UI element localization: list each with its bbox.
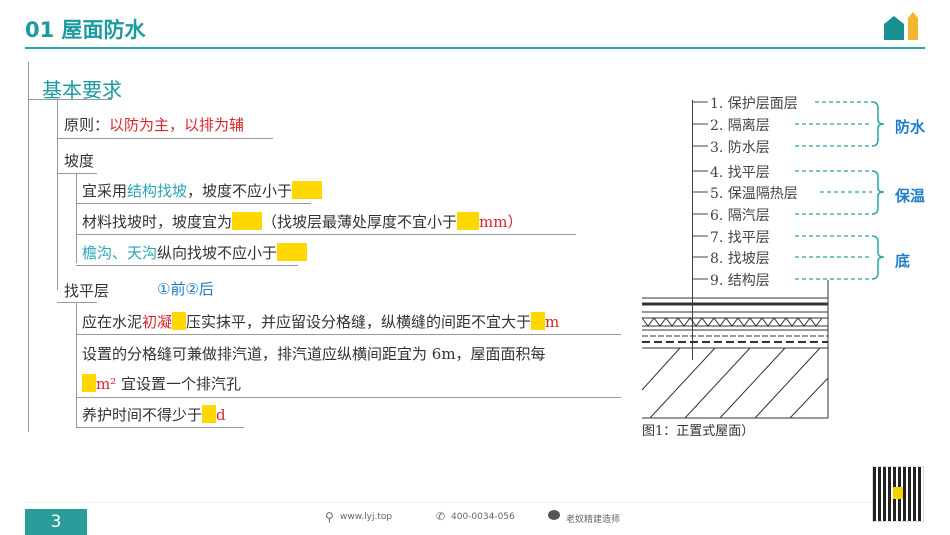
divider: [76, 397, 621, 398]
logo-icon: [884, 12, 924, 40]
leveling-line-4: 养护时间不得少于 d: [82, 405, 226, 424]
leveling-line-2: 设置的分格缝可兼做排汽道，排汽道应纵横间距宜为 6m，屋面面积每: [82, 345, 546, 363]
group-label: 底: [895, 252, 911, 270]
divider: [76, 265, 298, 266]
principle-label: 原则：: [64, 116, 110, 134]
answer-blank[interactable]: [202, 405, 217, 423]
answer-blank[interactable]: [531, 312, 546, 330]
phone-icon: ✆: [436, 510, 446, 523]
wechat-icon: [548, 510, 560, 520]
qr-code: [872, 466, 924, 522]
slope-line-2: 材料找坡时，坡度宜为 （找坡层最薄处厚度不宜小于 mm）: [82, 212, 523, 231]
divider: [57, 138, 273, 139]
divider: [28, 99, 112, 100]
search-icon: ⚲: [325, 510, 334, 524]
footer-divider: [25, 502, 925, 503]
leveling-line-1: 应在水泥初凝 压实抹平，并应留设分格缝，纵横缝的间距不宜大于 m: [82, 312, 560, 331]
divider: [76, 302, 77, 428]
leveling-note: ①前②后: [157, 280, 214, 298]
leveling-heading: 找平层: [64, 282, 110, 300]
website-link[interactable]: www.lyj.top: [340, 512, 392, 522]
divider: [76, 203, 311, 204]
answer-blank[interactable]: [457, 212, 480, 230]
answer-blank[interactable]: [292, 181, 323, 199]
divider: [76, 427, 244, 428]
slope-line-3: 檐沟、天沟纵向找坡不应小于: [82, 242, 308, 263]
page-number: 3: [25, 509, 87, 535]
divider: [76, 234, 576, 235]
divider: [28, 62, 29, 432]
principle-value: 以防为主，以排为辅: [109, 116, 245, 134]
page-title: 01 屋面防水: [25, 18, 146, 42]
slope-heading: 坡度: [64, 152, 95, 170]
divider: [57, 302, 97, 303]
title-divider: [25, 47, 925, 49]
group-label: 保温: [895, 187, 926, 205]
divider: [57, 173, 97, 174]
principle: 原则：以防为主，以排为辅: [64, 114, 244, 135]
slope-line-1: 宜采用结构找坡，坡度不应小于: [82, 180, 323, 201]
divider: [76, 173, 77, 263]
diagram-caption: 图1：正置式屋面）: [642, 424, 755, 439]
answer-blank[interactable]: [277, 243, 308, 261]
answer-blank[interactable]: [172, 312, 187, 330]
divider: [76, 334, 621, 335]
answer-blank[interactable]: [232, 212, 263, 230]
phone-number: 400-0034-056: [451, 512, 515, 522]
divider: [57, 100, 58, 290]
wechat-account: 老奴精建造师: [566, 515, 621, 525]
leveling-line-3: m² 宜设置一个排汽孔: [82, 373, 241, 394]
group-label: 防水: [895, 118, 926, 136]
answer-blank[interactable]: [82, 374, 96, 392]
